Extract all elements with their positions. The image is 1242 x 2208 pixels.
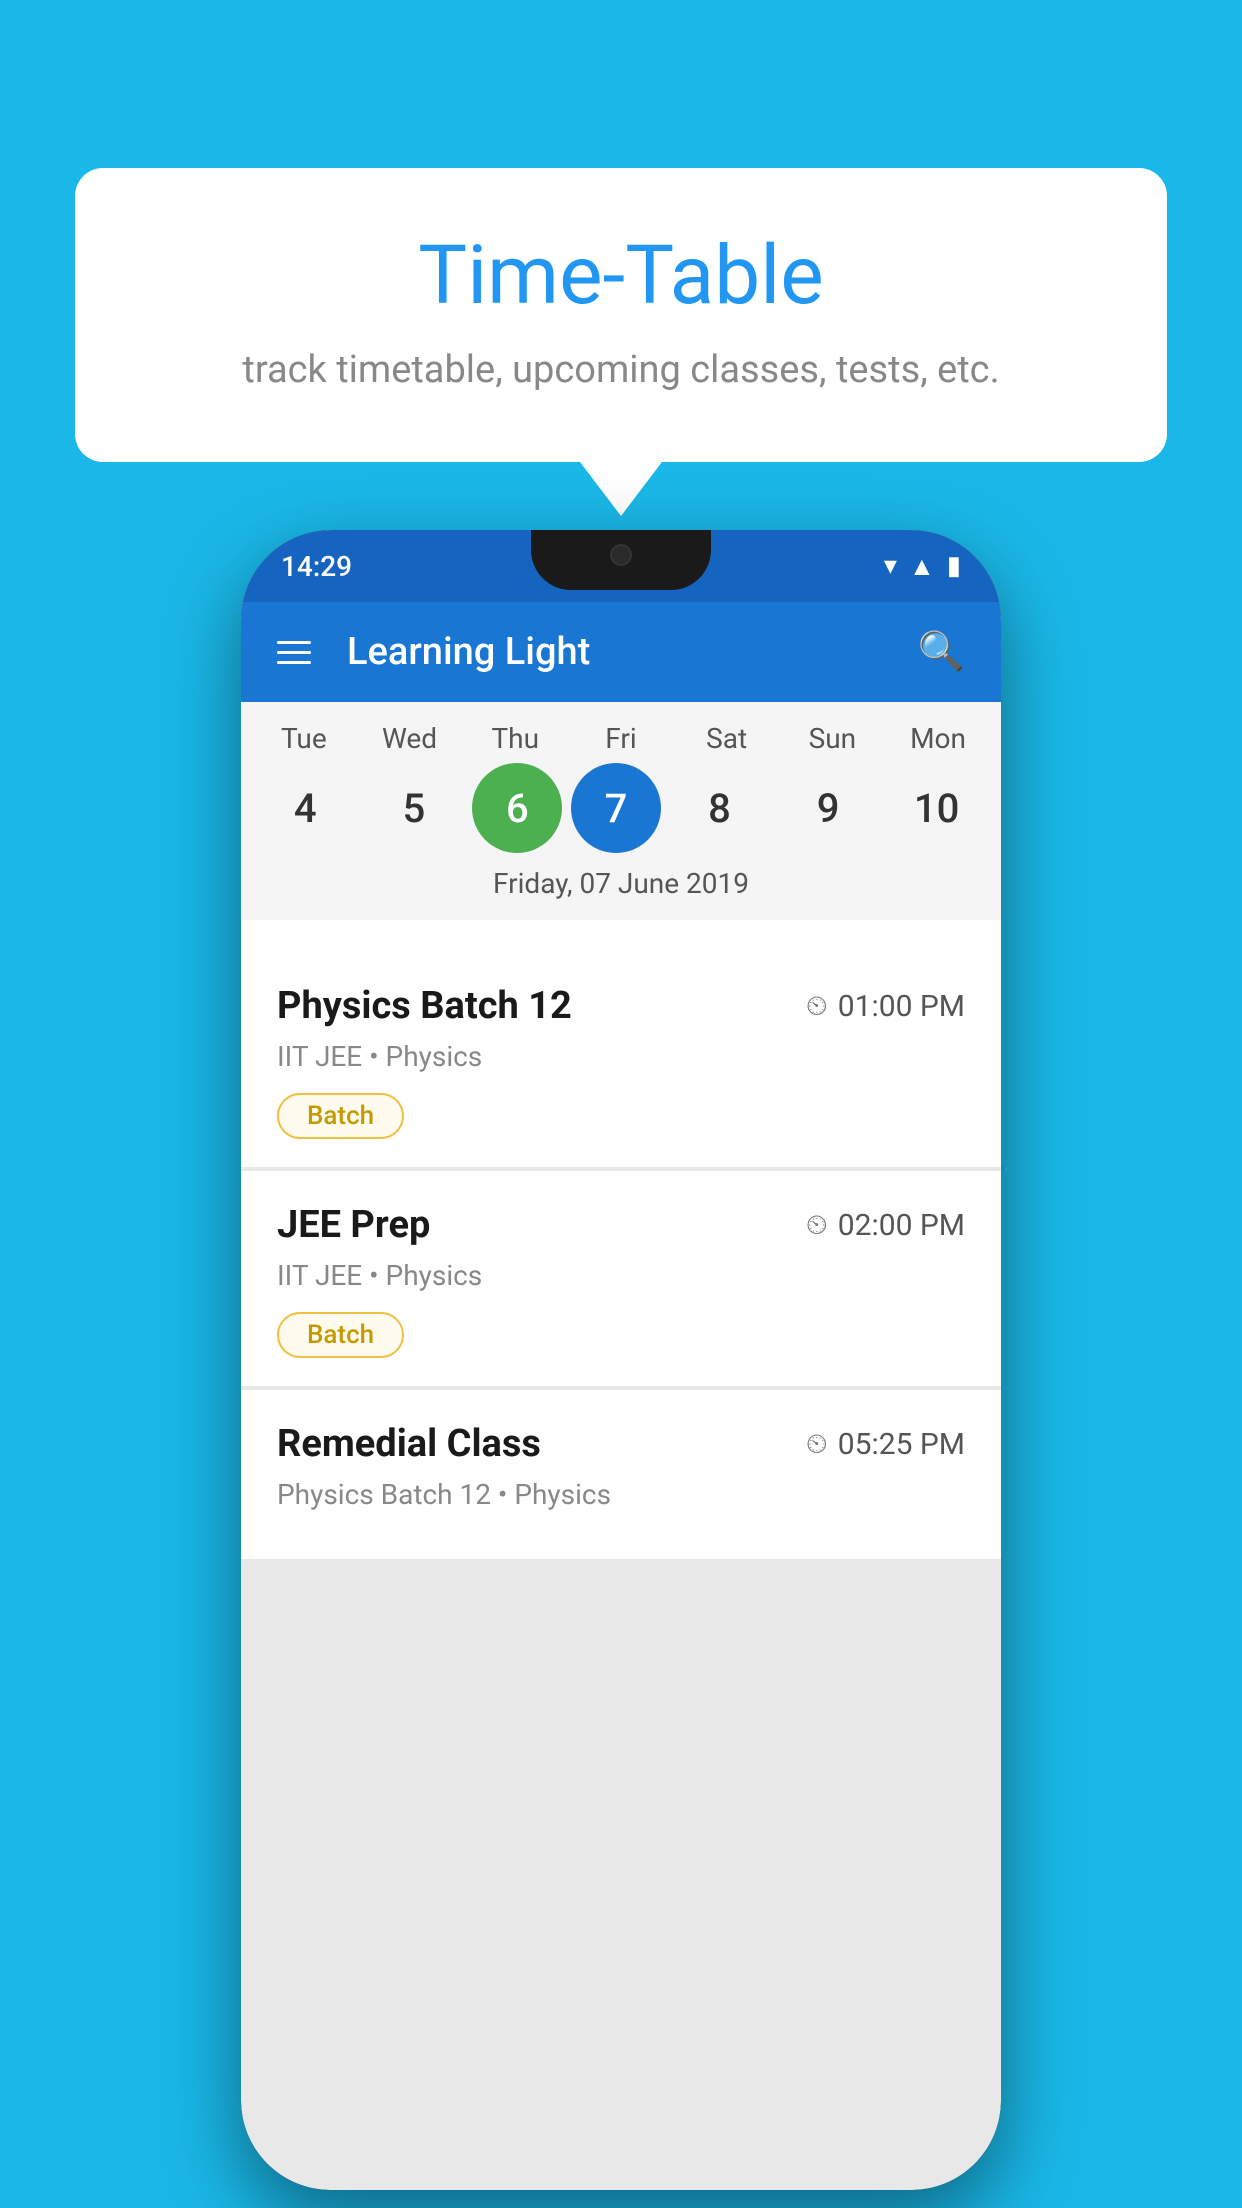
selected-date-label: Friday, 07 June 2019 — [241, 853, 1001, 910]
schedule-item-3-header: Remedial Class ⏲ 05:25 PM — [277, 1422, 965, 1466]
day-headers: Tue Wed Thu Fri Sat Sun Mon — [241, 722, 1001, 755]
day-tue: Tue — [254, 722, 354, 755]
calendar-strip: Tue Wed Thu Fri Sat Sun Mon 4 5 6 7 8 9 … — [241, 702, 1001, 920]
clock-icon-3: ⏲ — [806, 1427, 828, 1461]
app-bar: Learning Light 🔍 — [241, 602, 1001, 702]
timetable-title: Time-Table — [155, 228, 1087, 324]
search-icon[interactable]: 🔍 — [918, 630, 965, 674]
schedule-item-3-sub: Physics Batch 12 • Physics — [277, 1478, 965, 1511]
phone-notch — [531, 530, 711, 590]
day-mon: Mon — [888, 722, 988, 755]
schedule-item-1-title: Physics Batch 12 — [277, 984, 572, 1028]
status-time: 14:29 — [281, 550, 352, 583]
day-wed: Wed — [360, 722, 460, 755]
schedule-item-1-time: ⏲ 01:00 PM — [806, 989, 965, 1024]
schedule-list: Physics Batch 12 ⏲ 01:00 PM IIT JEE • Ph… — [241, 952, 1001, 2190]
schedule-item-1[interactable]: Physics Batch 12 ⏲ 01:00 PM IIT JEE • Ph… — [241, 952, 1001, 1167]
day-sat: Sat — [677, 722, 777, 755]
status-icons: ▾ ▲ ▮ — [884, 551, 961, 582]
day-8[interactable]: 8 — [670, 763, 770, 853]
day-7-selected[interactable]: 7 — [571, 763, 661, 853]
clock-icon-2: ⏲ — [806, 1208, 828, 1242]
battery-icon: ▮ — [947, 551, 961, 581]
speech-bubble-card: Time-Table track timetable, upcoming cla… — [75, 168, 1167, 462]
day-6-today[interactable]: 6 — [472, 763, 562, 853]
phone-mockup: 14:29 ▾ ▲ ▮ Learning Light 🔍 Tue Wed Thu — [241, 530, 1001, 2190]
timetable-subtitle: track timetable, upcoming classes, tests… — [155, 348, 1087, 392]
schedule-item-2-header: JEE Prep ⏲ 02:00 PM — [277, 1203, 965, 1247]
day-4[interactable]: 4 — [255, 763, 355, 853]
batch-badge-2: Batch — [277, 1312, 404, 1358]
day-numbers: 4 5 6 7 8 9 10 — [241, 763, 1001, 853]
app-title: Learning Light — [347, 630, 918, 674]
schedule-item-3[interactable]: Remedial Class ⏲ 05:25 PM Physics Batch … — [241, 1390, 1001, 1559]
schedule-item-2[interactable]: JEE Prep ⏲ 02:00 PM IIT JEE • Physics Ba… — [241, 1171, 1001, 1386]
menu-icon[interactable] — [277, 641, 311, 664]
schedule-item-2-title: JEE Prep — [277, 1203, 430, 1247]
day-10[interactable]: 10 — [887, 763, 987, 853]
signal-icon: ▲ — [909, 551, 935, 582]
batch-badge-1: Batch — [277, 1093, 404, 1139]
phone-screen: 14:29 ▾ ▲ ▮ Learning Light 🔍 Tue Wed Thu — [241, 530, 1001, 2190]
day-5[interactable]: 5 — [364, 763, 464, 853]
day-sun: Sun — [782, 722, 882, 755]
schedule-item-2-time: ⏲ 02:00 PM — [806, 1208, 965, 1243]
day-thu: Thu — [465, 722, 565, 755]
day-fri: Fri — [571, 722, 671, 755]
wifi-icon: ▾ — [884, 551, 897, 581]
schedule-item-3-title: Remedial Class — [277, 1422, 541, 1466]
clock-icon-1: ⏲ — [806, 989, 828, 1023]
day-9[interactable]: 9 — [778, 763, 878, 853]
schedule-item-1-sub: IIT JEE • Physics — [277, 1040, 965, 1073]
schedule-item-3-time: ⏲ 05:25 PM — [806, 1427, 965, 1462]
schedule-item-2-sub: IIT JEE • Physics — [277, 1259, 965, 1292]
schedule-item-1-header: Physics Batch 12 ⏲ 01:00 PM — [277, 984, 965, 1028]
front-camera — [610, 544, 632, 566]
